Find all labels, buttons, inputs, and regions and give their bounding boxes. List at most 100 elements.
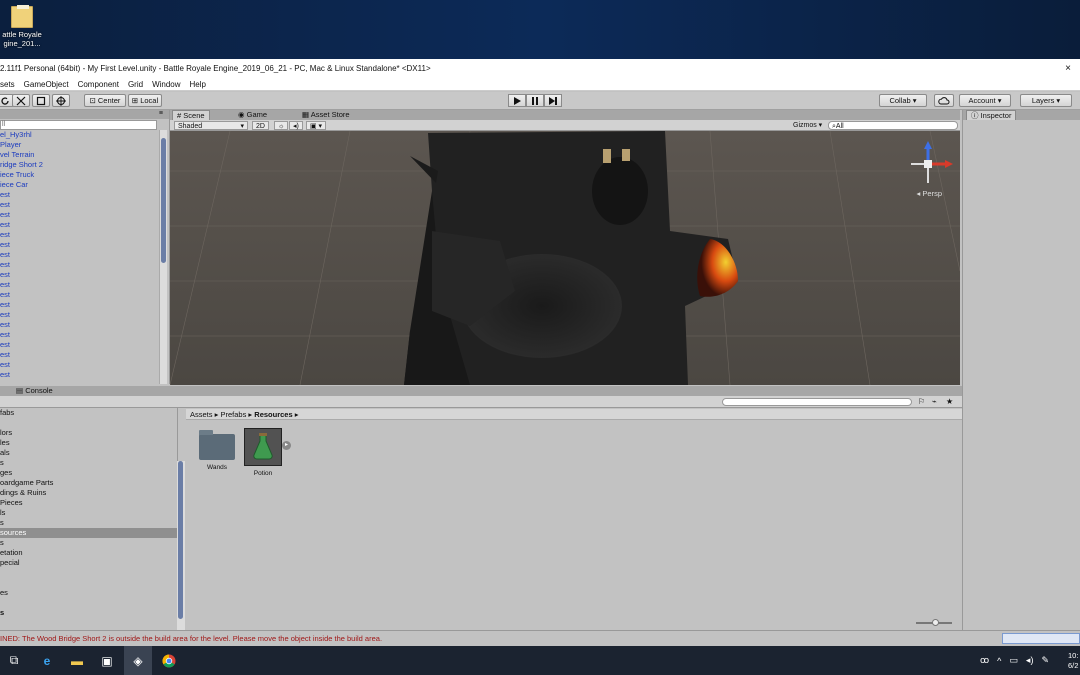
- hierarchy-search-input[interactable]: ll: [0, 120, 157, 130]
- step-button[interactable]: [544, 94, 562, 107]
- project-folder[interactable]: ges: [0, 468, 177, 478]
- hierarchy-item[interactable]: est: [0, 370, 158, 380]
- hierarchy-item[interactable]: est: [0, 200, 158, 210]
- taskbar-clock[interactable]: 10: 6/2: [1068, 651, 1078, 671]
- chrome-button[interactable]: [155, 646, 183, 675]
- hierarchy-item[interactable]: est: [0, 210, 158, 220]
- people-icon[interactable]: ꝏ: [980, 655, 989, 666]
- collab-button[interactable]: Collab ▾: [879, 94, 927, 107]
- asset-item-potion[interactable]: Potion ▸: [242, 428, 291, 477]
- project-folder[interactable]: [0, 568, 177, 578]
- hierarchy-item[interactable]: vel Terrain: [0, 150, 158, 160]
- audio-toggle[interactable]: ◂): [289, 121, 303, 130]
- orientation-gizmo[interactable]: [905, 139, 955, 189]
- scrollbar-thumb[interactable]: [161, 138, 166, 263]
- asset-item-wands[interactable]: Wands: [196, 428, 238, 471]
- tab-game[interactable]: ◉ Game: [234, 110, 271, 120]
- account-dropdown[interactable]: Account ▾: [959, 94, 1011, 107]
- breadcrumb-assets[interactable]: Assets: [190, 410, 213, 419]
- play-button[interactable]: [508, 94, 526, 107]
- hierarchy-item[interactable]: est: [0, 270, 158, 280]
- pivot-mode-button[interactable]: ⊡ Center: [84, 94, 126, 107]
- project-folder[interactable]: s: [0, 608, 177, 618]
- project-folder[interactable]: [0, 598, 177, 608]
- hierarchy-item[interactable]: est: [0, 230, 158, 240]
- lighting-toggle[interactable]: ☼: [274, 121, 289, 130]
- favorite-star-icon[interactable]: ★: [946, 397, 953, 406]
- expand-prefab-icon[interactable]: ▸: [282, 441, 291, 450]
- breadcrumb-prefabs[interactable]: Prefabs: [220, 410, 246, 419]
- project-folder[interactable]: fabs: [0, 408, 177, 418]
- project-folder[interactable]: pecial: [0, 558, 177, 568]
- project-folder[interactable]: Pieces: [0, 498, 177, 508]
- transform-tool-button[interactable]: [52, 94, 70, 107]
- project-folder-selected[interactable]: sources: [0, 528, 177, 538]
- menu-assets[interactable]: sets: [0, 80, 15, 89]
- menu-window[interactable]: Window: [152, 80, 180, 89]
- project-search-input[interactable]: [722, 398, 912, 406]
- breadcrumb-resources[interactable]: Resources: [254, 410, 292, 419]
- hierarchy-item[interactable]: est: [0, 260, 158, 270]
- hierarchy-item[interactable]: est: [0, 340, 158, 350]
- tab-scene[interactable]: # Scene: [172, 110, 210, 120]
- menu-component[interactable]: Component: [78, 80, 119, 89]
- rect-tool-button[interactable]: [32, 94, 50, 107]
- project-folder[interactable]: ls: [0, 508, 177, 518]
- perspective-label[interactable]: ◂ Persp: [917, 189, 942, 198]
- desktop-folder-shortcut[interactable]: attle Royale gine_201...: [0, 3, 44, 57]
- hierarchy-item[interactable]: est: [0, 320, 158, 330]
- menu-help[interactable]: Help: [190, 80, 206, 89]
- volume-icon[interactable]: ◂): [1026, 655, 1034, 666]
- hierarchy-item[interactable]: est: [0, 350, 158, 360]
- scene-viewport[interactable]: ◂ Persp: [170, 131, 960, 385]
- tab-console[interactable]: ▤ Console: [12, 386, 57, 396]
- pause-button[interactable]: [526, 94, 544, 107]
- effects-dropdown[interactable]: ▣ ▾: [306, 121, 327, 130]
- hierarchy-item[interactable]: est: [0, 250, 158, 260]
- file-explorer-button[interactable]: ▬: [63, 646, 91, 675]
- scale-tool-button[interactable]: [12, 94, 30, 107]
- chevron-up-icon[interactable]: ^: [997, 656, 1001, 666]
- project-folder[interactable]: s: [0, 458, 177, 468]
- project-folder[interactable]: s: [0, 538, 177, 548]
- tab-asset-store[interactable]: ▦ Asset Store: [298, 110, 354, 120]
- slider-knob[interactable]: [932, 619, 939, 626]
- scrollbar-thumb[interactable]: [178, 461, 183, 619]
- project-folder[interactable]: s: [0, 518, 177, 528]
- menu-gameobject[interactable]: GameObject: [24, 80, 69, 89]
- filter-by-type-icon[interactable]: ⚐: [918, 397, 925, 406]
- hierarchy-item[interactable]: est: [0, 280, 158, 290]
- gizmos-dropdown[interactable]: Gizmos ▾: [790, 121, 825, 130]
- tab-inspector[interactable]: ⓘ Inspector: [966, 110, 1017, 120]
- unity-taskbar-button[interactable]: ◈: [124, 646, 152, 675]
- shading-mode-dropdown[interactable]: Shaded ▾: [174, 121, 248, 130]
- project-folder[interactable]: les: [0, 438, 177, 448]
- project-folder[interactable]: etation: [0, 548, 177, 558]
- filter-by-label-icon[interactable]: ⌁: [932, 397, 937, 406]
- edge-browser-button[interactable]: e: [33, 646, 61, 675]
- pivot-space-button[interactable]: ⊞ Local: [128, 94, 162, 107]
- hierarchy-item[interactable]: est: [0, 360, 158, 370]
- hierarchy-scrollbar[interactable]: [159, 130, 167, 384]
- project-folder[interactable]: dings & Ruins: [0, 488, 177, 498]
- hierarchy-item[interactable]: est: [0, 300, 158, 310]
- project-folder[interactable]: [0, 578, 177, 588]
- toggle-2d-button[interactable]: 2D: [252, 121, 269, 130]
- hierarchy-item[interactable]: est: [0, 310, 158, 320]
- hierarchy-item[interactable]: el_Hy3rhl: [0, 130, 158, 140]
- project-folder[interactable]: als: [0, 448, 177, 458]
- hierarchy-item[interactable]: iece Car: [0, 180, 158, 190]
- icon-size-slider[interactable]: [916, 619, 952, 626]
- store-button[interactable]: ▣: [93, 646, 121, 675]
- project-folder[interactable]: es: [0, 588, 177, 598]
- project-folder[interactable]: lors: [0, 428, 177, 438]
- scene-search-input[interactable]: ⌕All: [828, 121, 958, 130]
- hierarchy-item[interactable]: Player: [0, 140, 158, 150]
- project-folder[interactable]: oardgame Parts: [0, 478, 177, 488]
- hierarchy-item[interactable]: est: [0, 240, 158, 250]
- hierarchy-item[interactable]: est: [0, 290, 158, 300]
- hierarchy-item[interactable]: est: [0, 190, 158, 200]
- cloud-services-button[interactable]: [934, 94, 954, 107]
- hierarchy-item[interactable]: est: [0, 330, 158, 340]
- hierarchy-item[interactable]: ridge Short 2: [0, 160, 158, 170]
